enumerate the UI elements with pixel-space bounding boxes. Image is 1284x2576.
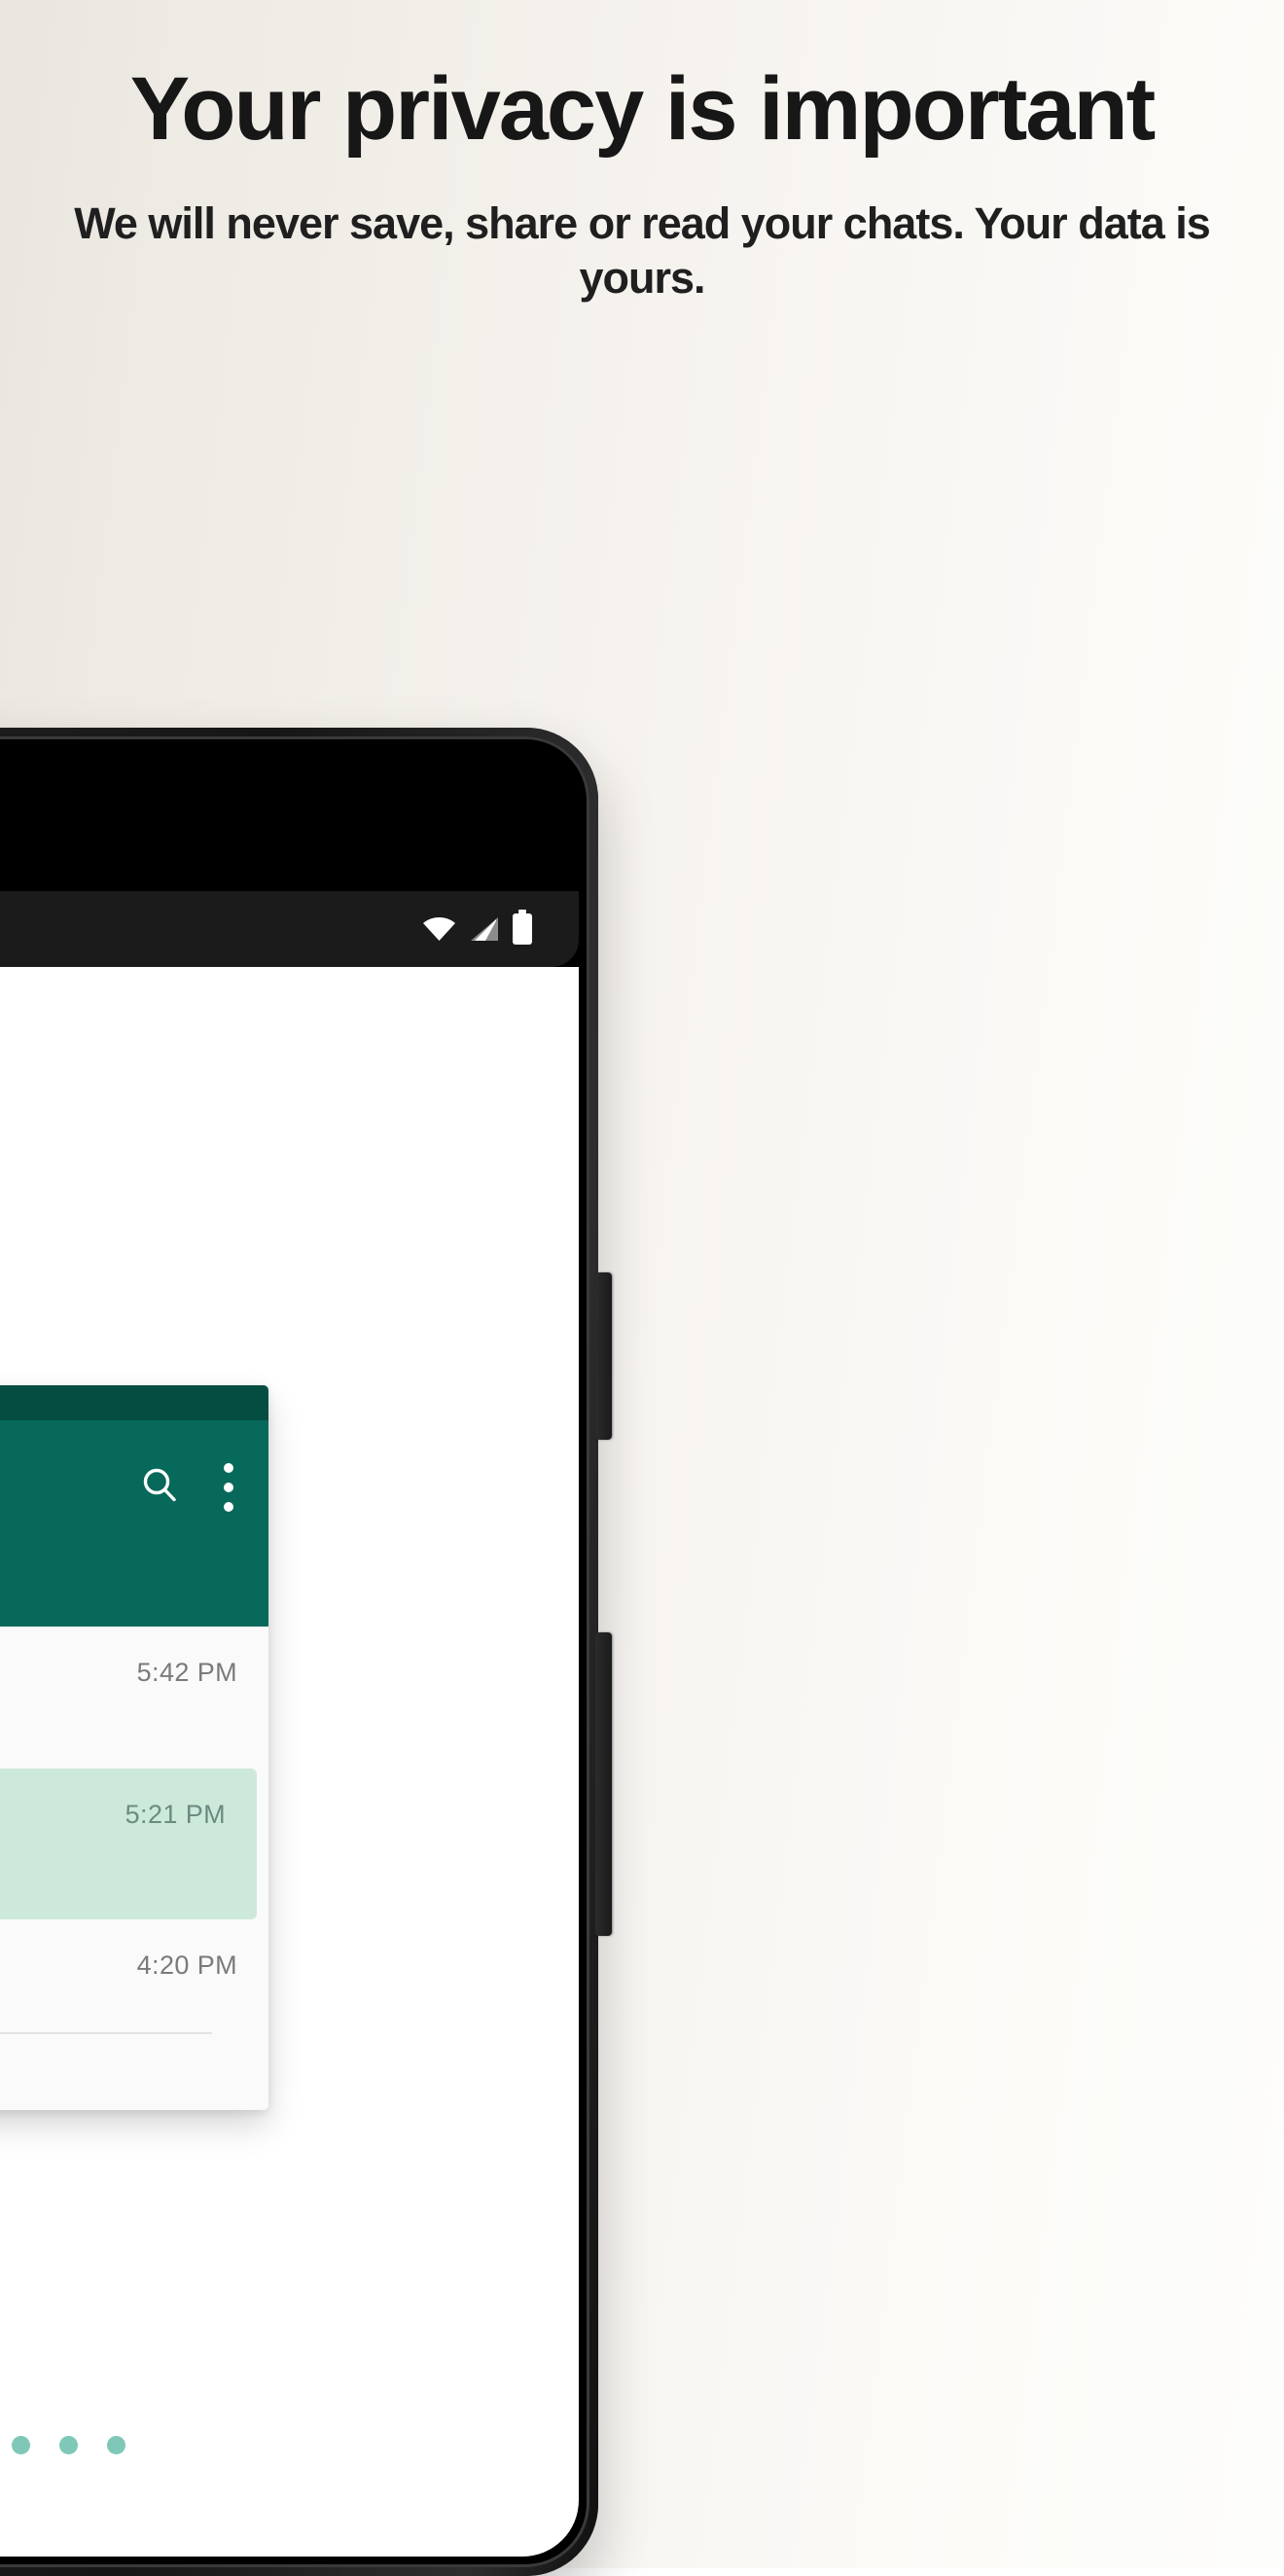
page-dot[interactable] <box>59 2436 78 2454</box>
screenshot-app-bar: CHATS STATUS CALLS <box>0 1420 268 1627</box>
screenshot-status-bar <box>0 1385 268 1420</box>
hero-section: Your privacy is important We will never … <box>0 59 1284 305</box>
chat-list-item[interactable]: illan 4:20 PM <box>0 1919 268 2061</box>
volume-button[interactable] <box>595 1632 612 1936</box>
list-divider <box>0 2032 212 2034</box>
app-bar-actions <box>138 1463 233 1512</box>
more-vertical-icon[interactable] <box>224 1463 233 1512</box>
chat-list-item[interactable]: 5:42 PM <box>0 1627 268 1769</box>
page-title: Your privacy is important <box>129 59 1157 159</box>
power-button[interactable] <box>595 1272 612 1440</box>
battery-icon <box>513 910 532 945</box>
chat-list-item[interactable]: nt 5:21 PM <box>0 1769 257 1919</box>
phone-mockup: t Analyzer o use it <box>0 728 612 2576</box>
app-content: t Analyzer o use it <box>0 967 579 2557</box>
page-dot[interactable] <box>12 2436 30 2454</box>
chat-list: 5:42 PM nt 5:21 PM illan 4:20 PM <box>0 1627 268 2110</box>
cellular-signal-icon <box>469 915 500 943</box>
chat-time: 4:20 PM <box>136 1950 237 1980</box>
page-dot[interactable] <box>107 2436 125 2454</box>
search-icon[interactable] <box>138 1464 181 1512</box>
screenshot-card: CHATS STATUS CALLS 5:42 PM nt 5:21 PM <box>0 1385 268 2110</box>
phone-screen: t Analyzer o use it <box>0 747 579 2557</box>
page-subtitle: We will never save, share or read your c… <box>74 197 1211 304</box>
chat-time: 5:21 PM <box>125 1800 226 1829</box>
wifi-icon <box>422 916 456 942</box>
page-indicator[interactable] <box>12 2436 125 2454</box>
chat-time: 5:42 PM <box>136 1658 237 1687</box>
status-bar <box>0 891 579 967</box>
